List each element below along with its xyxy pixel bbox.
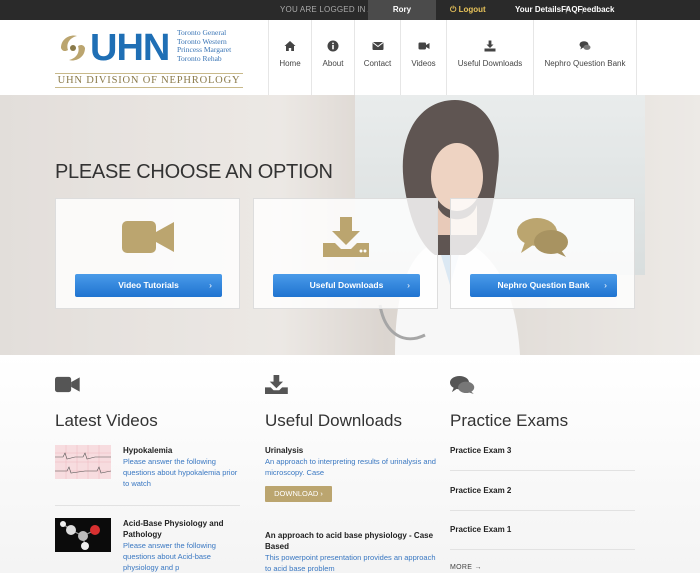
divider [450, 549, 635, 550]
download-icon [265, 375, 288, 394]
nav-label: Useful Downloads [457, 59, 523, 68]
content-section: Latest Videos Hypokalemia Please answer … [0, 355, 700, 573]
download-description: An approach to interpreting results of u… [265, 457, 436, 477]
video-tutorials-button[interactable]: Video Tutorials › [75, 274, 222, 297]
power-icon: ⏻ [450, 5, 459, 14]
practice-exam-link[interactable]: Practice Exam 1 [450, 525, 635, 534]
chevron-right-icon: › [604, 280, 607, 290]
download-button[interactable]: DOWNLOAD › [265, 486, 332, 502]
video-description: Please answer the following questions ab… [123, 457, 238, 488]
nav-useful-downloads[interactable]: Useful Downloads [446, 20, 533, 95]
logged-in-label: YOU ARE LOGGED IN AS [280, 5, 379, 14]
separator: | [581, 5, 584, 14]
home-icon [284, 41, 296, 51]
nav-label: Contact [363, 59, 392, 68]
video-description: Please answer the following questions ab… [123, 541, 216, 572]
option-card-useful-downloads: Useful Downloads › [253, 198, 438, 309]
option-card-video-tutorials: Video Tutorials › [55, 198, 240, 309]
logout-label: Logout [458, 5, 486, 14]
divider [55, 505, 240, 506]
ecg-thumbnail [55, 445, 111, 479]
chevron-right-icon: › [209, 280, 212, 290]
useful-downloads-column: Useful Downloads Urinalysis An approach … [265, 375, 445, 573]
video-title[interactable]: Acid-Base Physiology and Pathology [123, 518, 233, 540]
comments-icon [579, 41, 591, 50]
nav-label: Home [279, 59, 301, 68]
latest-videos-title: Latest Videos [55, 411, 158, 430]
envelope-icon [371, 42, 384, 50]
latest-videos-column: Latest Videos Hypokalemia Please answer … [55, 375, 245, 572]
arrow-right-icon: → [474, 564, 482, 571]
comments-icon [450, 375, 475, 394]
practice-exam-link[interactable]: Practice Exam 3 [450, 446, 635, 455]
divider [450, 510, 635, 511]
nav-videos[interactable]: Videos [400, 20, 446, 95]
divider [450, 470, 635, 471]
practice-exams-title: Practice Exams [450, 411, 569, 430]
nav-contact[interactable]: Contact [354, 20, 400, 95]
logo-wordmark: UHN [90, 27, 170, 69]
useful-downloads-title: Useful Downloads [265, 411, 403, 430]
chevron-right-icon: › [407, 280, 410, 290]
more-link[interactable]: MORE → [450, 564, 482, 571]
uhn-logo[interactable]: UHN Toronto General Toronto Western Prin… [55, 27, 245, 89]
more-label: MORE [450, 564, 473, 571]
download-title[interactable]: An approach to acid base physiology - Ca… [265, 530, 435, 552]
main-nav: Home About Contact Videos Useful Downloa… [268, 20, 637, 95]
useful-downloads-button[interactable]: Useful Downloads › [273, 274, 420, 297]
nav-label: Videos [411, 59, 436, 68]
nav-about[interactable]: About [311, 20, 354, 95]
hospital-name: Toronto Rehab [177, 54, 222, 64]
question-bank-button[interactable]: Nephro Question Bank › [470, 274, 617, 297]
button-label: Nephro Question Bank [497, 280, 590, 290]
download-description: This powerpoint presentation provides an… [265, 553, 436, 573]
hero-banner: PLEASE CHOOSE AN OPTION Video Tutorials ›… [0, 95, 700, 355]
download-title[interactable]: Urinalysis [265, 445, 435, 456]
comments-icon [516, 218, 568, 257]
nav-question-bank[interactable]: Nephro Question Bank [533, 20, 637, 95]
practice-exam-link[interactable]: Practice Exam 2 [450, 486, 635, 495]
video-camera-icon [418, 42, 429, 50]
button-label: Video Tutorials [118, 280, 179, 290]
site-header: UHN Toronto General Toronto Western Prin… [0, 20, 700, 95]
button-label: Useful Downloads [309, 280, 384, 290]
info-icon [327, 40, 339, 52]
video-title[interactable]: Hypokalemia [123, 445, 233, 456]
user-name-button[interactable]: Rory [368, 0, 436, 20]
download-icon [484, 40, 496, 52]
logout-link[interactable]: ⏻ Logout [450, 0, 486, 20]
video-camera-icon [55, 376, 80, 393]
option-card-question-bank: Nephro Question Bank › [450, 198, 635, 309]
separator: | [565, 5, 568, 14]
nav-label: About [322, 59, 344, 68]
division-name: UHN DIVISION OF NEPHROLOGY [55, 73, 243, 88]
your-details-link[interactable]: Your Details [515, 5, 561, 14]
logo-hospitals: Toronto General Toronto Western Princess… [177, 28, 231, 64]
account-links: Your Details | FAQ | Feedback [515, 0, 614, 20]
nav-label: Nephro Question Bank [544, 59, 626, 68]
leaf-emblem-icon [61, 35, 85, 61]
download-icon [322, 217, 369, 257]
practice-exams-column: Practice Exams Practice Exam 3 Practice … [450, 375, 640, 571]
hero-title: PLEASE CHOOSE AN OPTION [55, 161, 333, 183]
nav-home[interactable]: Home [268, 20, 311, 95]
molecule-thumbnail [55, 518, 111, 552]
top-bar: YOU ARE LOGGED IN AS Rory ⏻ Logout Your … [0, 0, 700, 20]
video-camera-icon [121, 221, 174, 253]
download-button-label: DOWNLOAD [274, 489, 319, 498]
